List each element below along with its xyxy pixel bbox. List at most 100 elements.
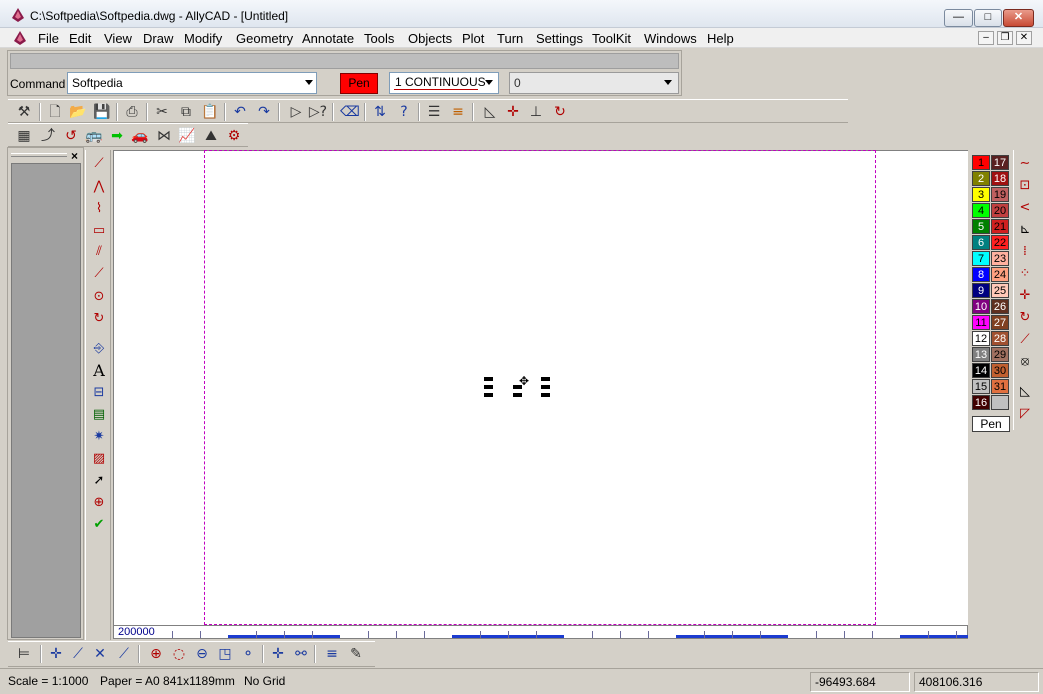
palette-color-25[interactable]: 25 (991, 283, 1009, 298)
palette-color-21[interactable]: 21 (991, 219, 1009, 234)
palette-color-26[interactable]: 26 (991, 299, 1009, 314)
layer-select[interactable]: 0 (509, 72, 679, 94)
palette-color-27[interactable]: 27 (991, 315, 1009, 330)
palette-color-31[interactable]: 31 (991, 379, 1009, 394)
mdi-close-button[interactable]: ✕ (1016, 31, 1032, 45)
snap-center-icon[interactable]: ⊕ (146, 644, 166, 664)
project-tree[interactable] (11, 163, 81, 638)
parallel-line-icon[interactable]: ⫽ (88, 242, 110, 262)
palette-color-15[interactable]: 15 (972, 379, 990, 394)
cut-icon[interactable]: ✂ (152, 102, 172, 122)
palette-color-29[interactable]: 29 (991, 347, 1009, 362)
palette-color-1[interactable]: 1 (972, 155, 990, 170)
hatch-icon[interactable]: ▨ (88, 449, 110, 469)
mdi-restore-button[interactable]: ❐ (997, 31, 1013, 45)
swap-icon[interactable]: ⇅ (370, 102, 390, 122)
leader-icon[interactable]: ▤ (88, 405, 110, 425)
extend-icon[interactable]: ↻ (1014, 308, 1036, 328)
palette-color-20[interactable]: 20 (991, 203, 1009, 218)
snap-grid-icon[interactable]: ≡ (322, 644, 342, 664)
snap-line-icon[interactable]: ⟋ (68, 644, 88, 664)
polyline-icon[interactable]: ⋀ (88, 177, 110, 197)
palette-color-12[interactable]: 12 (972, 331, 990, 346)
chamfer-icon[interactable]: ⁞ (1014, 242, 1036, 262)
palette-color-28[interactable]: 28 (991, 331, 1009, 346)
pen-label[interactable]: Pen (972, 416, 1010, 432)
new-icon[interactable]: 🗋 (45, 102, 65, 122)
snap-intersection-icon[interactable]: ✕ (90, 644, 110, 664)
offset-line-icon[interactable]: ⟋ (88, 264, 110, 284)
rotate-icon[interactable]: ⦻ (1014, 352, 1036, 372)
minimize-button[interactable]: — (944, 9, 973, 27)
fillet-icon[interactable]: ⊾ (1014, 220, 1036, 240)
palette-color-23[interactable]: 23 (991, 251, 1009, 266)
text-icon[interactable]: A (88, 361, 110, 381)
check-icon[interactable]: ✔ (88, 515, 110, 535)
snap-midpoint-icon[interactable]: ◳ (215, 644, 235, 664)
layer-list-icon[interactable]: ≡ (448, 102, 468, 122)
close-button[interactable]: ✕ (1003, 9, 1034, 27)
palette-color-5[interactable]: 5 (972, 219, 990, 234)
palette-color-24[interactable]: 24 (991, 267, 1009, 282)
chevron-down-icon[interactable] (485, 80, 493, 85)
maximize-button[interactable]: □ (974, 9, 1002, 27)
select-query-icon[interactable]: ▷? (308, 102, 328, 122)
rotate-icon[interactable]: ↺ (61, 126, 81, 146)
snap-point-icon[interactable]: ✛ (503, 102, 523, 122)
car-icon[interactable]: 🚗 (130, 126, 150, 146)
break-icon[interactable]: ⟋ (1014, 330, 1036, 350)
open-icon[interactable]: 📂 (68, 102, 88, 122)
mirror-icon[interactable]: ⁘ (1014, 264, 1036, 284)
snap-cross-icon[interactable]: ✛ (268, 644, 288, 664)
move-icon[interactable]: ⊡ (1014, 176, 1036, 196)
measure-angle-icon[interactable]: ◺ (480, 102, 500, 122)
snap-settings-icon[interactable]: ✎ (346, 644, 366, 664)
arrow-right-icon[interactable]: ➡ (107, 126, 127, 146)
pen-color-button[interactable]: Pen (340, 73, 378, 94)
components-icon[interactable]: ⚙ (224, 126, 244, 146)
palette-color-11[interactable]: 11 (972, 315, 990, 330)
paste-icon[interactable]: 📋 (200, 102, 220, 122)
palette-color-22[interactable]: 22 (991, 235, 1009, 250)
panel-grip[interactable] (11, 153, 67, 157)
palette-color-9[interactable]: 9 (972, 283, 990, 298)
palette-color-2[interactable]: 2 (972, 171, 990, 186)
rectangle-icon[interactable]: ▭ (88, 221, 110, 241)
palette-color-16[interactable]: 16 (972, 395, 990, 410)
redo-icon[interactable]: ↷ (254, 102, 274, 122)
palette-color-18[interactable]: 18 (991, 171, 1009, 186)
menu-settings[interactable]: Settings (536, 31, 583, 46)
dimension-icon[interactable]: ⊟ (88, 383, 110, 403)
select-icon[interactable]: ▷ (286, 102, 306, 122)
palette-color-7[interactable]: 7 (972, 251, 990, 266)
command-input[interactable]: Softpedia (67, 72, 317, 94)
snap-corner-icon[interactable]: ⊥ (526, 102, 546, 122)
palette-color-6[interactable]: 6 (972, 235, 990, 250)
eraser-icon[interactable]: ⌫ (340, 102, 360, 122)
menu-edit[interactable]: Edit (69, 31, 91, 46)
snap-point-icon[interactable]: ✛ (46, 644, 66, 664)
palette-color-30[interactable]: 30 (991, 363, 1009, 378)
menu-draw[interactable]: Draw (143, 31, 173, 46)
palette-color-4[interactable]: 4 (972, 203, 990, 218)
vehicle-icon[interactable]: 🚌 (84, 126, 104, 146)
circle-icon[interactable]: ⊙ (88, 287, 110, 307)
array-icon[interactable]: ✛ (1014, 286, 1036, 306)
menu-geometry[interactable]: Geometry (236, 31, 293, 46)
snap-toggle-icon[interactable]: ⊨ (14, 644, 34, 664)
menu-annotate[interactable]: Annotate (302, 31, 354, 46)
snap-nearest-icon[interactable]: ⚯ (291, 644, 311, 664)
palette-color-3[interactable]: 3 (972, 187, 990, 202)
refresh-icon[interactable]: ↻ (550, 102, 570, 122)
help-icon[interactable]: ? (394, 102, 414, 122)
palette-color-14[interactable]: 14 (972, 363, 990, 378)
graph-icon[interactable]: 📈 (177, 126, 197, 146)
mdi-minimize-button[interactable]: – (978, 31, 994, 45)
snap-perpendicular-icon[interactable]: ⟋ (114, 644, 134, 664)
snap-node-icon[interactable]: ⚬ (238, 644, 258, 664)
palette-color-10[interactable]: 10 (972, 299, 990, 314)
selected-object[interactable]: ✥ (483, 374, 553, 399)
palette-color-custom[interactable] (991, 395, 1009, 410)
menu-modify[interactable]: Modify (184, 31, 222, 46)
menu-file[interactable]: File (38, 31, 59, 46)
